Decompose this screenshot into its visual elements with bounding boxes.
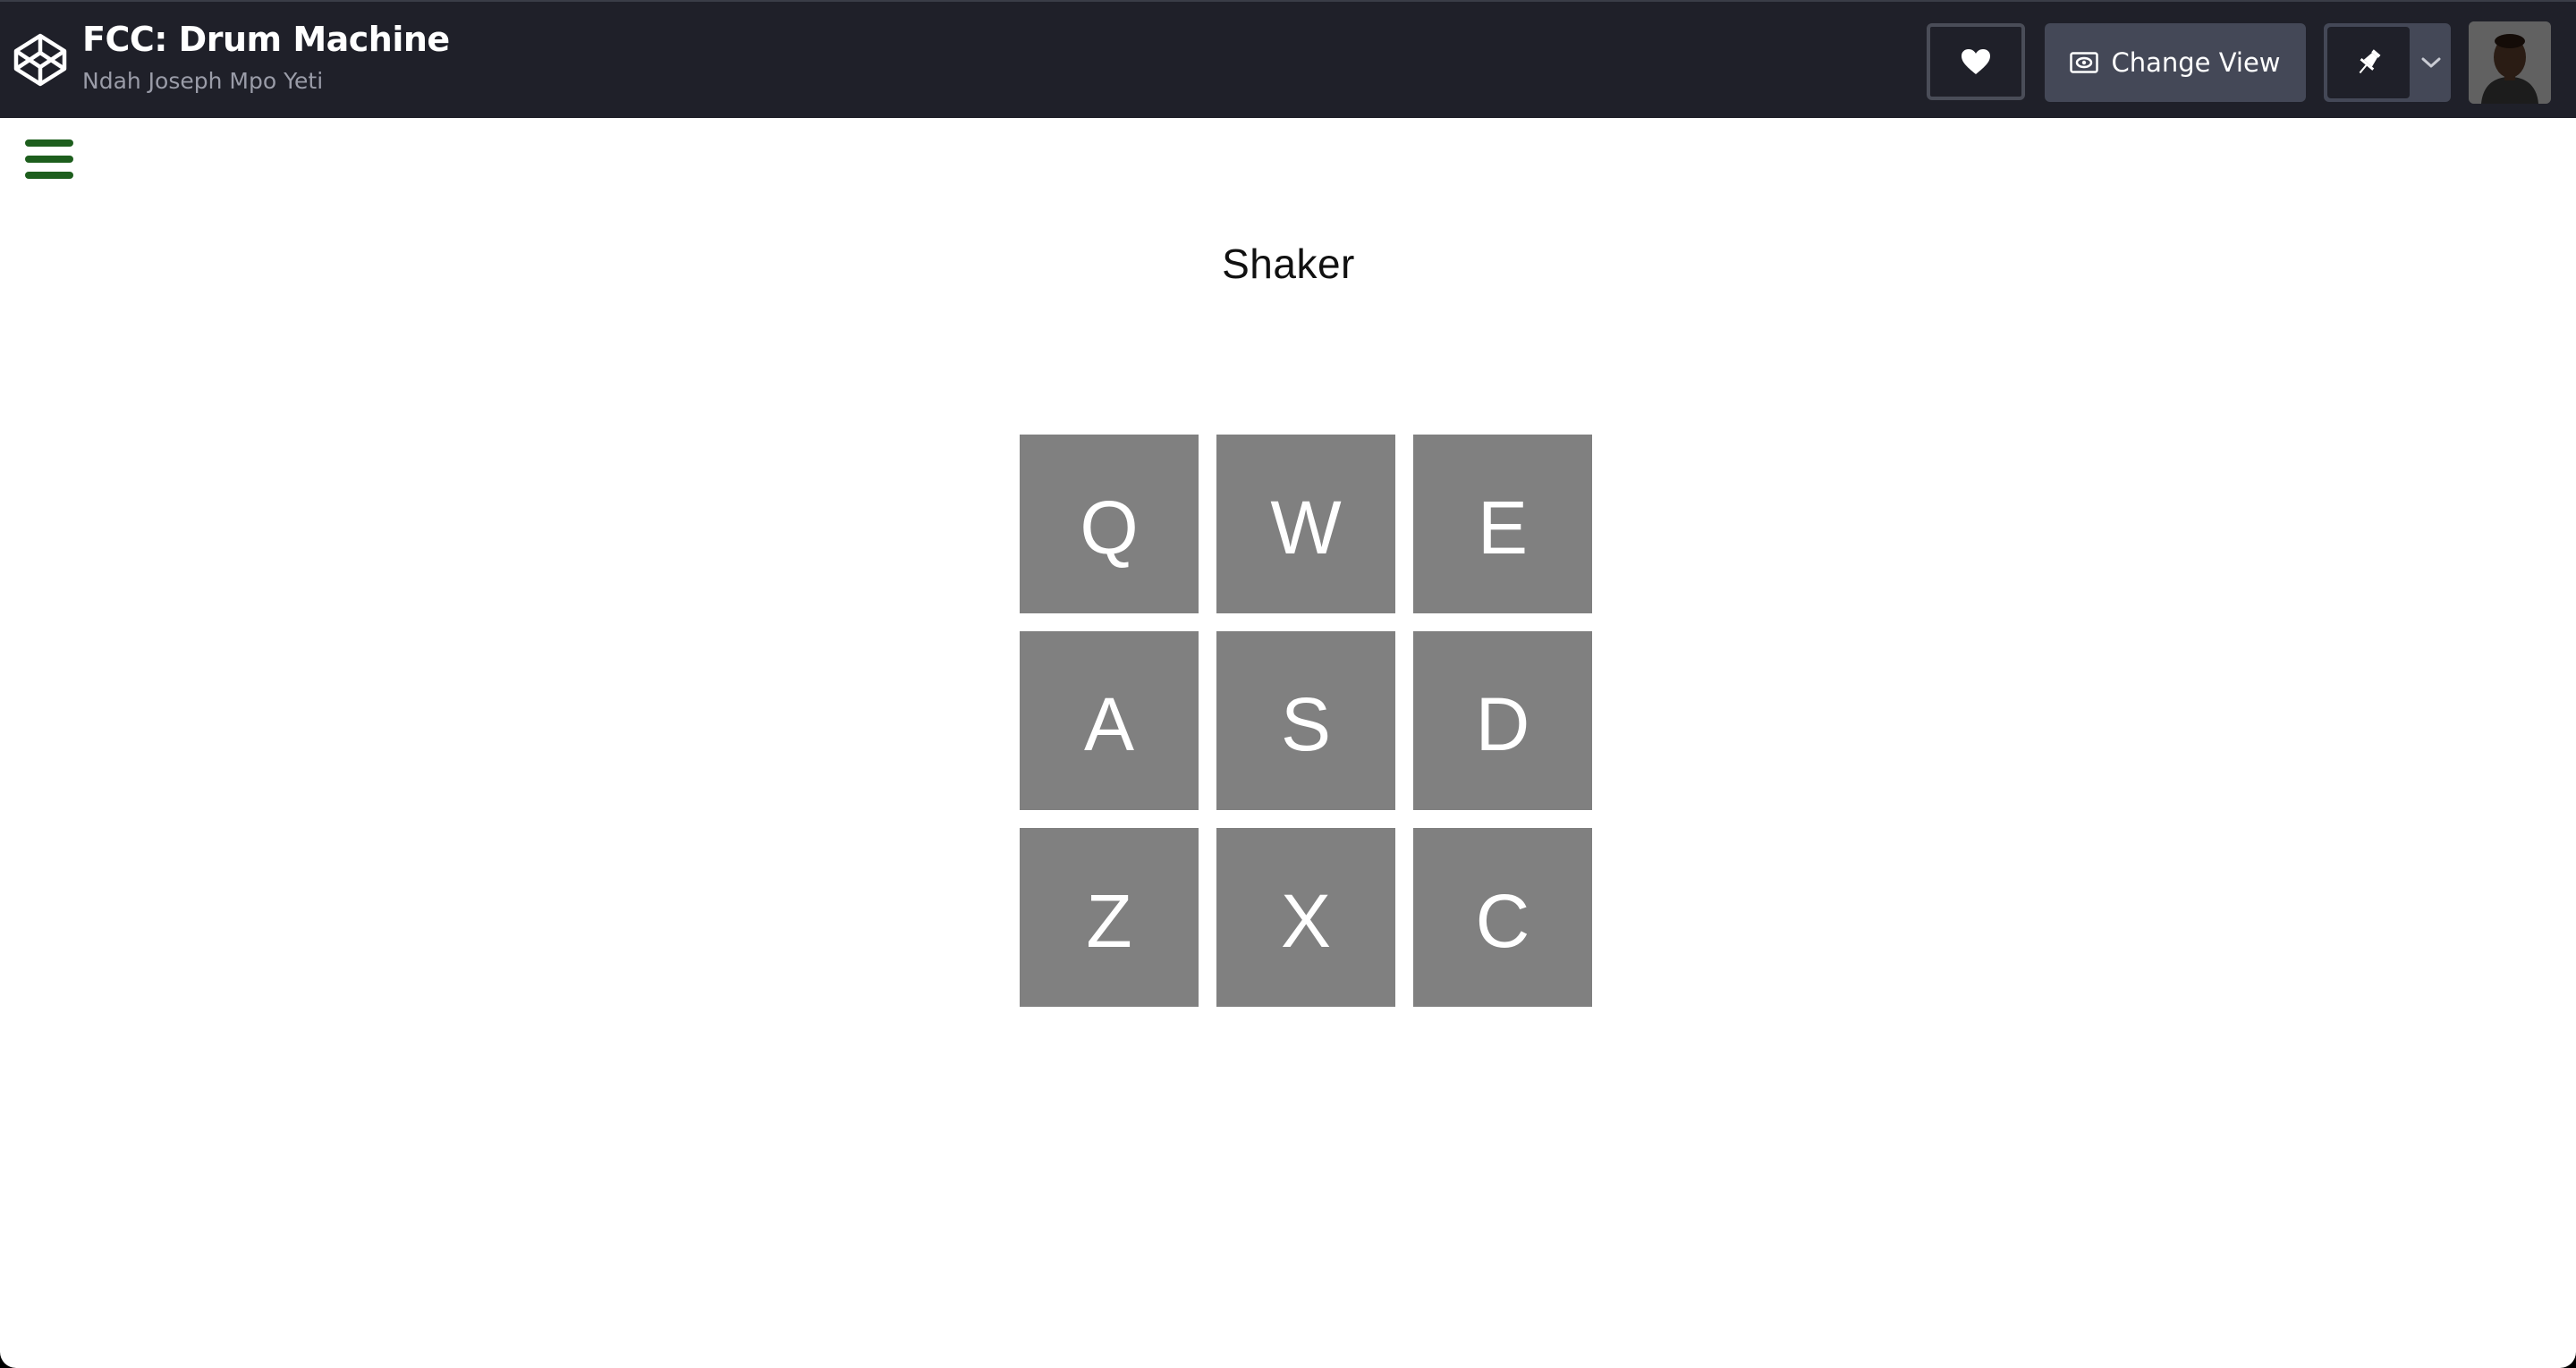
heart-button[interactable]: [1927, 23, 2025, 100]
drum-pad-w[interactable]: W: [1216, 435, 1395, 613]
hamburger-menu-icon[interactable]: [25, 139, 73, 179]
user-avatar[interactable]: [2469, 21, 2551, 104]
drum-pad-q[interactable]: Q: [1020, 435, 1199, 613]
pin-icon: [2359, 49, 2381, 74]
drum-pad-e[interactable]: E: [1413, 435, 1592, 613]
chevron-down-icon: [2421, 57, 2441, 68]
pin-dropdown-button[interactable]: [2411, 23, 2451, 102]
pen-author[interactable]: Ndah Joseph Mpo Yeti: [82, 68, 323, 94]
change-view-button[interactable]: Change View: [2045, 23, 2306, 102]
drum-pad-a[interactable]: A: [1020, 631, 1199, 810]
pen-title[interactable]: FCC: Drum Machine: [82, 20, 450, 59]
drum-pad-z[interactable]: Z: [1020, 828, 1199, 1007]
pin-button-group: [2324, 23, 2451, 102]
pin-button[interactable]: [2327, 27, 2410, 98]
display-text: Shaker: [1222, 241, 1355, 287]
codepen-header: FCC: Drum Machine Ndah Joseph Mpo Yeti C…: [0, 0, 2576, 118]
drum-pad-grid: Q W E A S D Z X C: [1020, 435, 1592, 1007]
display: Shaker: [0, 240, 2576, 288]
codepen-logo-icon[interactable]: [13, 32, 68, 88]
drum-pad-s[interactable]: S: [1216, 631, 1395, 810]
drum-pad-d[interactable]: D: [1413, 631, 1592, 810]
change-view-label: Change View: [2111, 47, 2281, 78]
drum-pad-c[interactable]: C: [1413, 828, 1592, 1007]
page-frame: FCC: Drum Machine Ndah Joseph Mpo Yeti C…: [0, 0, 2576, 1368]
drum-pad-x[interactable]: X: [1216, 828, 1395, 1007]
eye-icon: [2070, 52, 2099, 73]
avatar-photo: [2469, 21, 2551, 104]
heart-icon: [1962, 49, 1990, 74]
